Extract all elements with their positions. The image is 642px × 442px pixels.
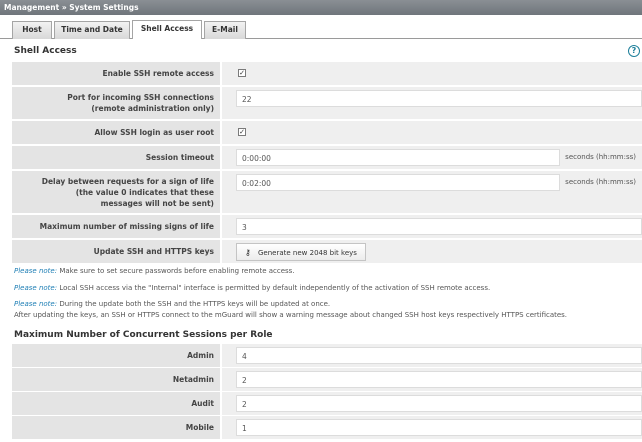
breadcrumb: Management » System Settings: [0, 0, 642, 15]
missing-signs-label: Maximum number of missing signs of life: [12, 215, 220, 238]
sign-of-life-delay-input[interactable]: 0:02:00: [236, 174, 560, 191]
session-admin-label: Admin: [12, 344, 220, 367]
missing-signs-input[interactable]: 3: [236, 218, 642, 235]
row-root-login: Allow SSH login as user root ✓: [12, 121, 642, 144]
session-audit-input[interactable]: 2: [236, 395, 642, 412]
note-2: Please note: Local SSH access via the "I…: [14, 283, 490, 293]
ssh-port-label: Port for incoming SSH connections (remot…: [12, 87, 220, 119]
row-session-mobile: Mobile 1: [12, 416, 642, 439]
session-netadmin-label: Netadmin: [12, 368, 220, 391]
session-mobile-input[interactable]: 1: [236, 419, 642, 436]
generate-keys-label: Generate new 2048 bit keys: [258, 249, 357, 257]
note-2-label: Please note:: [14, 284, 58, 292]
session-mobile-label: Mobile: [12, 416, 220, 439]
row-update-keys: Update SSH and HTTPS keys ⚷ Generate new …: [12, 240, 642, 263]
key-icon: ⚷: [245, 248, 251, 257]
root-login-label: Allow SSH login as user root: [12, 121, 220, 144]
root-login-checkbox[interactable]: ✓: [238, 128, 246, 136]
row-sign-of-life-delay: Delay between requests for a sign of lif…: [12, 171, 642, 213]
tab-time-and-date[interactable]: Time and Date: [54, 21, 130, 39]
row-session-admin: Admin 4: [12, 344, 642, 367]
note-3-text: During the update both the SSH and the H…: [59, 300, 331, 308]
ssh-enable-label: Enable SSH remote access: [12, 62, 220, 85]
sign-of-life-delay-unit: seconds (hh:mm:ss): [565, 178, 636, 186]
note-3b-text: After updating the keys, an SSH or HTTPS…: [14, 311, 568, 319]
tab-bar: Host Time and Date Shell Access E-Mail: [0, 15, 642, 39]
note-3-label: Please note:: [14, 300, 58, 308]
row-session-audit: Audit 2: [12, 392, 642, 415]
row-missing-signs: Maximum number of missing signs of life …: [12, 215, 642, 238]
sign-of-life-delay-label: Delay between requests for a sign of lif…: [12, 171, 220, 213]
tab-shell-access[interactable]: Shell Access: [132, 20, 202, 39]
ssh-enable-checkbox[interactable]: ✓: [238, 69, 246, 77]
generate-keys-button[interactable]: ⚷ Generate new 2048 bit keys: [236, 243, 366, 261]
tab-host[interactable]: Host: [12, 21, 52, 39]
note-1-text: Make sure to set secure passwords before…: [59, 267, 295, 275]
ssh-port-input[interactable]: 22: [236, 90, 642, 107]
session-netadmin-input[interactable]: 2: [236, 371, 642, 388]
note-1: Please note: Make sure to set secure pas…: [14, 266, 295, 276]
session-admin-input[interactable]: 4: [236, 347, 642, 364]
note-1-label: Please note:: [14, 267, 58, 275]
session-timeout-input[interactable]: 0:00:00: [236, 149, 560, 166]
row-session-timeout: Session timeout 0:00:00 seconds (hh:mm:s…: [12, 146, 642, 169]
section-title-sessions: Maximum Number of Concurrent Sessions pe…: [14, 330, 273, 340]
note-3: Please note: During the update both the …: [14, 299, 330, 309]
session-timeout-unit: seconds (hh:mm:ss): [565, 153, 636, 161]
shell-access-panel: Shell Access ? Enable SSH remote access …: [0, 39, 642, 442]
row-session-netadmin: Netadmin 2: [12, 368, 642, 391]
row-ssh-enable: Enable SSH remote access ✓: [12, 62, 642, 85]
row-ssh-port: Port for incoming SSH connections (remot…: [12, 87, 642, 119]
tab-email[interactable]: E-Mail: [204, 21, 246, 39]
note-2-text: Local SSH access via the "Internal" inte…: [59, 284, 491, 292]
help-icon[interactable]: ?: [628, 45, 640, 57]
session-audit-label: Audit: [12, 392, 220, 415]
session-timeout-label: Session timeout: [12, 146, 220, 169]
section-title-shell-access: Shell Access: [14, 46, 77, 56]
update-keys-label: Update SSH and HTTPS keys: [12, 240, 220, 263]
